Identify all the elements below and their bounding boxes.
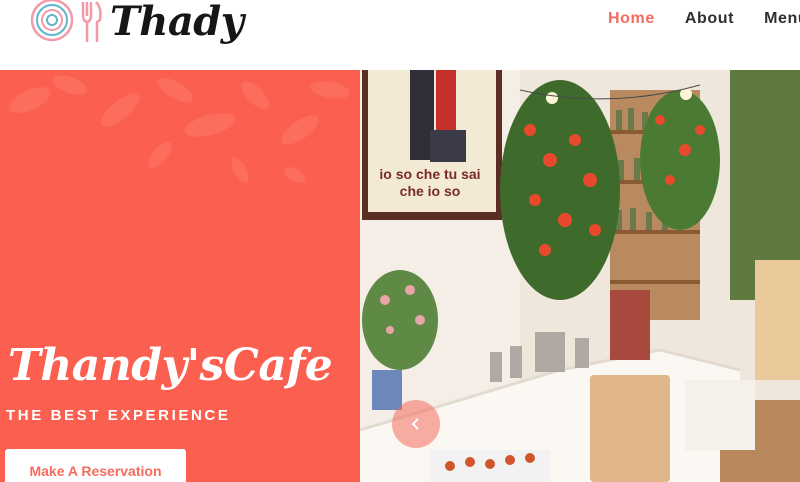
- plate-and-cutlery-icon: [30, 0, 102, 42]
- slider-prev-button[interactable]: [392, 400, 440, 448]
- poster-text-line2: che io so: [400, 183, 461, 199]
- brand-logo[interactable]: Thady: [26, 0, 244, 50]
- nav-item-home[interactable]: Home: [608, 10, 655, 28]
- nav-item-about[interactable]: About: [685, 10, 734, 28]
- chevron-left-icon: [411, 418, 419, 430]
- site-header: Thady Home About Menu: [0, 0, 800, 70]
- hero-tagline: THE BEST EXPERIENCE: [6, 407, 231, 424]
- nav-item-menu[interactable]: Menu: [764, 10, 800, 28]
- poster-text-line1: io so che tu sai: [379, 166, 480, 182]
- leaf-decoration: [9, 75, 350, 183]
- main-nav: Home About Menu: [608, 10, 800, 28]
- cafe-title: Thandy'sCafe: [8, 340, 333, 391]
- hero-panel: Thandy'sCafe THE BEST EXPERIENCE Make A …: [0, 70, 360, 482]
- brand-name: Thady: [110, 0, 244, 45]
- make-reservation-button[interactable]: Make A Reservation: [5, 449, 186, 482]
